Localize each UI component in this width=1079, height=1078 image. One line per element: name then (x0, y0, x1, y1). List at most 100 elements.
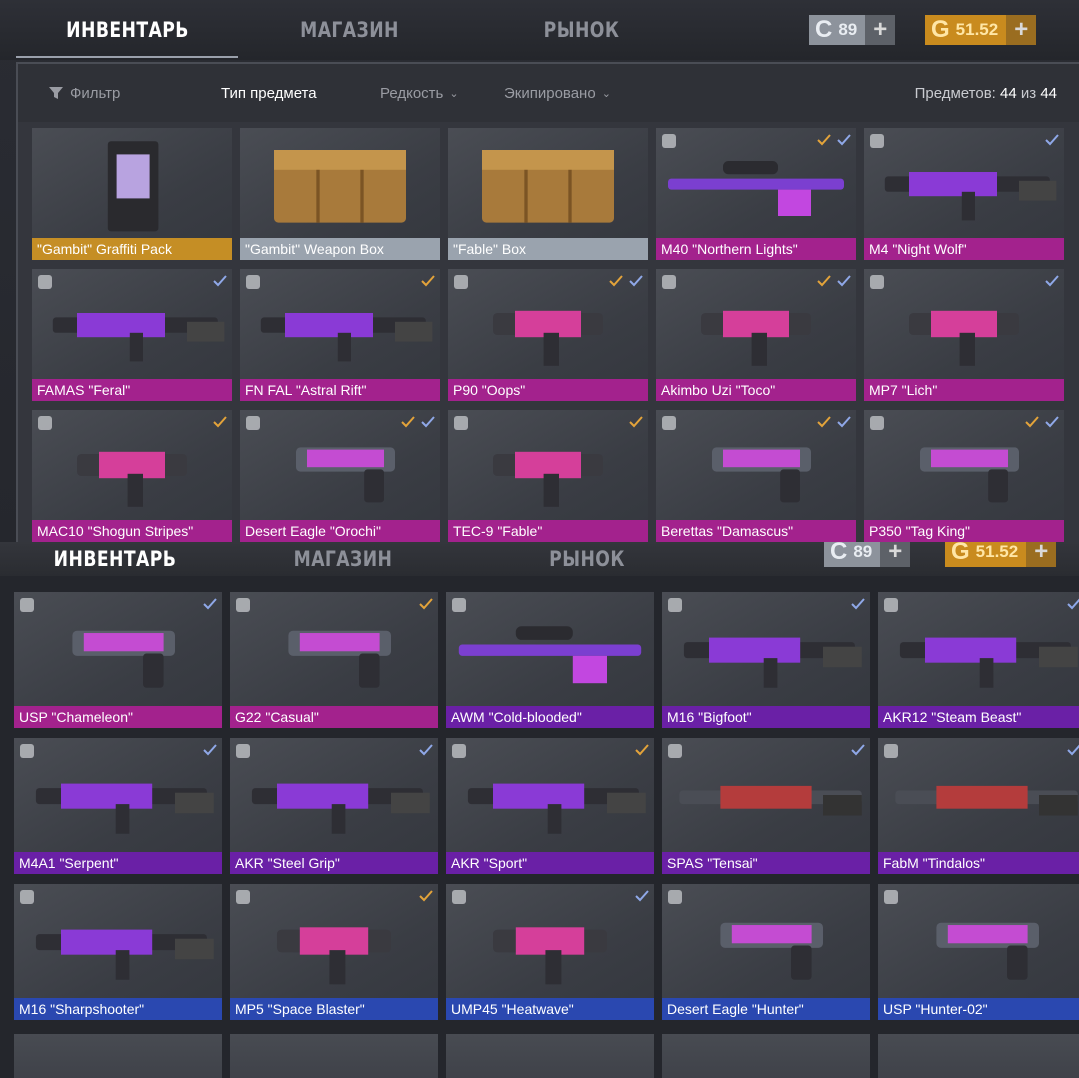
silver-balance: 89 (853, 542, 873, 561)
gold-balance-box: G 51.52 (945, 542, 1027, 567)
item-card-partial[interactable] (446, 1034, 654, 1078)
item-card[interactable]: Desert Eagle "Hunter" (662, 884, 870, 1020)
item-card[interactable]: FabM "Tindalos" (878, 738, 1079, 874)
item-rifle-image (240, 269, 440, 379)
gold-currency: G 51.52 + (945, 542, 1057, 567)
item-card[interactable]: M4 "Night Wolf" (864, 128, 1064, 260)
item-card[interactable]: FAMAS "Feral" (32, 269, 232, 401)
item-card[interactable]: P350 "Tag King" (864, 410, 1064, 542)
tab-market[interactable]: РЫНОК (517, 542, 656, 576)
item-card[interactable]: "Gambit" Weapon Box (240, 128, 440, 260)
item-name: Berettas "Damascus" (656, 520, 856, 542)
item-card[interactable]: P90 "Oops" (448, 269, 648, 401)
tab-shop[interactable]: МАГАЗИН (278, 0, 422, 60)
item-name: TEC-9 "Fable" (448, 520, 648, 542)
charm-icon (454, 416, 468, 430)
item-rifle-image (14, 738, 222, 852)
item-card[interactable]: TEC-9 "Fable" (448, 410, 648, 542)
add-silver-button[interactable]: + (865, 15, 896, 45)
tab-inventory[interactable]: ИНВЕНТАРЬ (56, 0, 200, 60)
charm-icon (870, 134, 884, 148)
gold-balance-box: G 51.52 (925, 15, 1007, 45)
item-name: "Fable" Box (448, 238, 648, 260)
item-count-current: 44 (1000, 84, 1017, 102)
tab-market[interactable]: РЫНОК (510, 0, 654, 60)
item-card[interactable]: AKR "Steel Grip" (230, 738, 438, 874)
equipped-ct-check-icon (836, 273, 852, 289)
item-card[interactable]: "Fable" Box (448, 128, 648, 260)
item-card[interactable]: AKR12 "Steam Beast" (878, 592, 1079, 728)
charm-icon (668, 890, 682, 904)
item-count-sep: из (1020, 84, 1037, 102)
equipped-ct-check-icon (420, 414, 436, 430)
filter-label: Фильтр (70, 84, 121, 102)
gold-balance: 51.52 (975, 542, 1019, 561)
equipped-ct-check-icon (418, 742, 434, 758)
charm-icon (884, 890, 898, 904)
item-card[interactable]: AKR "Sport" (446, 738, 654, 874)
charm-icon (246, 275, 260, 289)
inventory-screen-top: ИНВЕНТАРЬ МАГАЗИН РЫНОК C 89 + G 51.52 +… (0, 0, 1079, 542)
item-pistol-image (230, 592, 438, 706)
equipped-ct-check-icon (1044, 132, 1060, 148)
item-card[interactable]: M16 "Sharpshooter" (14, 884, 222, 1020)
filter-button[interactable]: Фильтр (48, 85, 120, 102)
charm-icon (236, 598, 250, 612)
item-card[interactable]: UMP45 "Heatwave" (446, 884, 654, 1020)
item-card-partial[interactable] (230, 1034, 438, 1078)
item-type-filter[interactable]: Тип предмета (221, 85, 317, 102)
item-card[interactable]: MAC10 "Shogun Stripes" (32, 410, 232, 542)
equipped-ct-check-icon (1066, 596, 1079, 612)
item-card[interactable]: SPAS "Tensai" (662, 738, 870, 874)
item-card[interactable]: USP "Chameleon" (14, 592, 222, 728)
equipped-dropdown[interactable]: Экипировано ⌄ (504, 85, 611, 102)
item-card-partial[interactable] (14, 1034, 222, 1078)
item-card[interactable]: M16 "Bigfoot" (662, 592, 870, 728)
item-card[interactable]: MP5 "Space Blaster" (230, 884, 438, 1020)
gold-coin-icon: G (951, 542, 970, 565)
tab-inventory[interactable]: ИНВЕНТАРЬ (45, 542, 184, 576)
item-card[interactable]: G22 "Casual" (230, 592, 438, 728)
charm-icon (884, 744, 898, 758)
charm-icon (662, 275, 676, 289)
add-silver-button[interactable]: + (880, 542, 911, 567)
equipped-t-check-icon (418, 596, 434, 612)
item-card[interactable]: M4A1 "Serpent" (14, 738, 222, 874)
item-smg-image (864, 269, 1064, 379)
tab-shop[interactable]: МАГАЗИН (273, 542, 412, 576)
item-rifle-image (14, 884, 222, 998)
equipped-t-check-icon (816, 273, 832, 289)
rarity-dropdown[interactable]: Редкость ⌄ (380, 85, 459, 102)
item-rifle-image (446, 738, 654, 852)
item-card[interactable]: "Gambit" Graffiti Pack (32, 128, 232, 260)
item-card[interactable]: Akimbo Uzi "Toco" (656, 269, 856, 401)
item-card[interactable]: MP7 "Lich" (864, 269, 1064, 401)
add-gold-button[interactable]: + (1026, 542, 1057, 567)
charm-icon (662, 416, 676, 430)
equipped-t-check-icon (816, 414, 832, 430)
item-card[interactable]: M40 "Northern Lights" (656, 128, 856, 260)
item-smg-image (32, 410, 232, 520)
add-gold-button[interactable]: + (1006, 15, 1037, 45)
item-name: UMP45 "Heatwave" (446, 998, 654, 1020)
equipped-t-check-icon (400, 414, 416, 430)
item-card[interactable]: USP "Hunter-02" (878, 884, 1079, 1020)
item-card-partial[interactable] (662, 1034, 870, 1078)
item-card[interactable]: FN FAL "Astral Rift" (240, 269, 440, 401)
item-card-partial[interactable] (878, 1034, 1079, 1078)
item-name: G22 "Casual" (230, 706, 438, 728)
top-navigation: ИНВЕНТАРЬ МАГАЗИН РЫНОК C 89 + G 51.52 + (0, 542, 1079, 576)
item-name: AKR12 "Steam Beast" (878, 706, 1079, 728)
rarity-label: Редкость (380, 84, 444, 102)
item-name: MP7 "Lich" (864, 379, 1064, 401)
charm-icon (20, 744, 34, 758)
item-card[interactable]: Desert Eagle "Orochi" (240, 410, 440, 542)
active-tab-indicator (16, 56, 238, 58)
equipped-t-check-icon (608, 273, 624, 289)
equipped-ct-check-icon (634, 888, 650, 904)
item-card[interactable]: AWM "Cold-blooded" (446, 592, 654, 728)
silver-balance-box: C 89 (824, 542, 881, 567)
item-card[interactable]: Berettas "Damascus" (656, 410, 856, 542)
item-type-label: Тип предмета (221, 84, 317, 102)
charm-icon (884, 598, 898, 612)
